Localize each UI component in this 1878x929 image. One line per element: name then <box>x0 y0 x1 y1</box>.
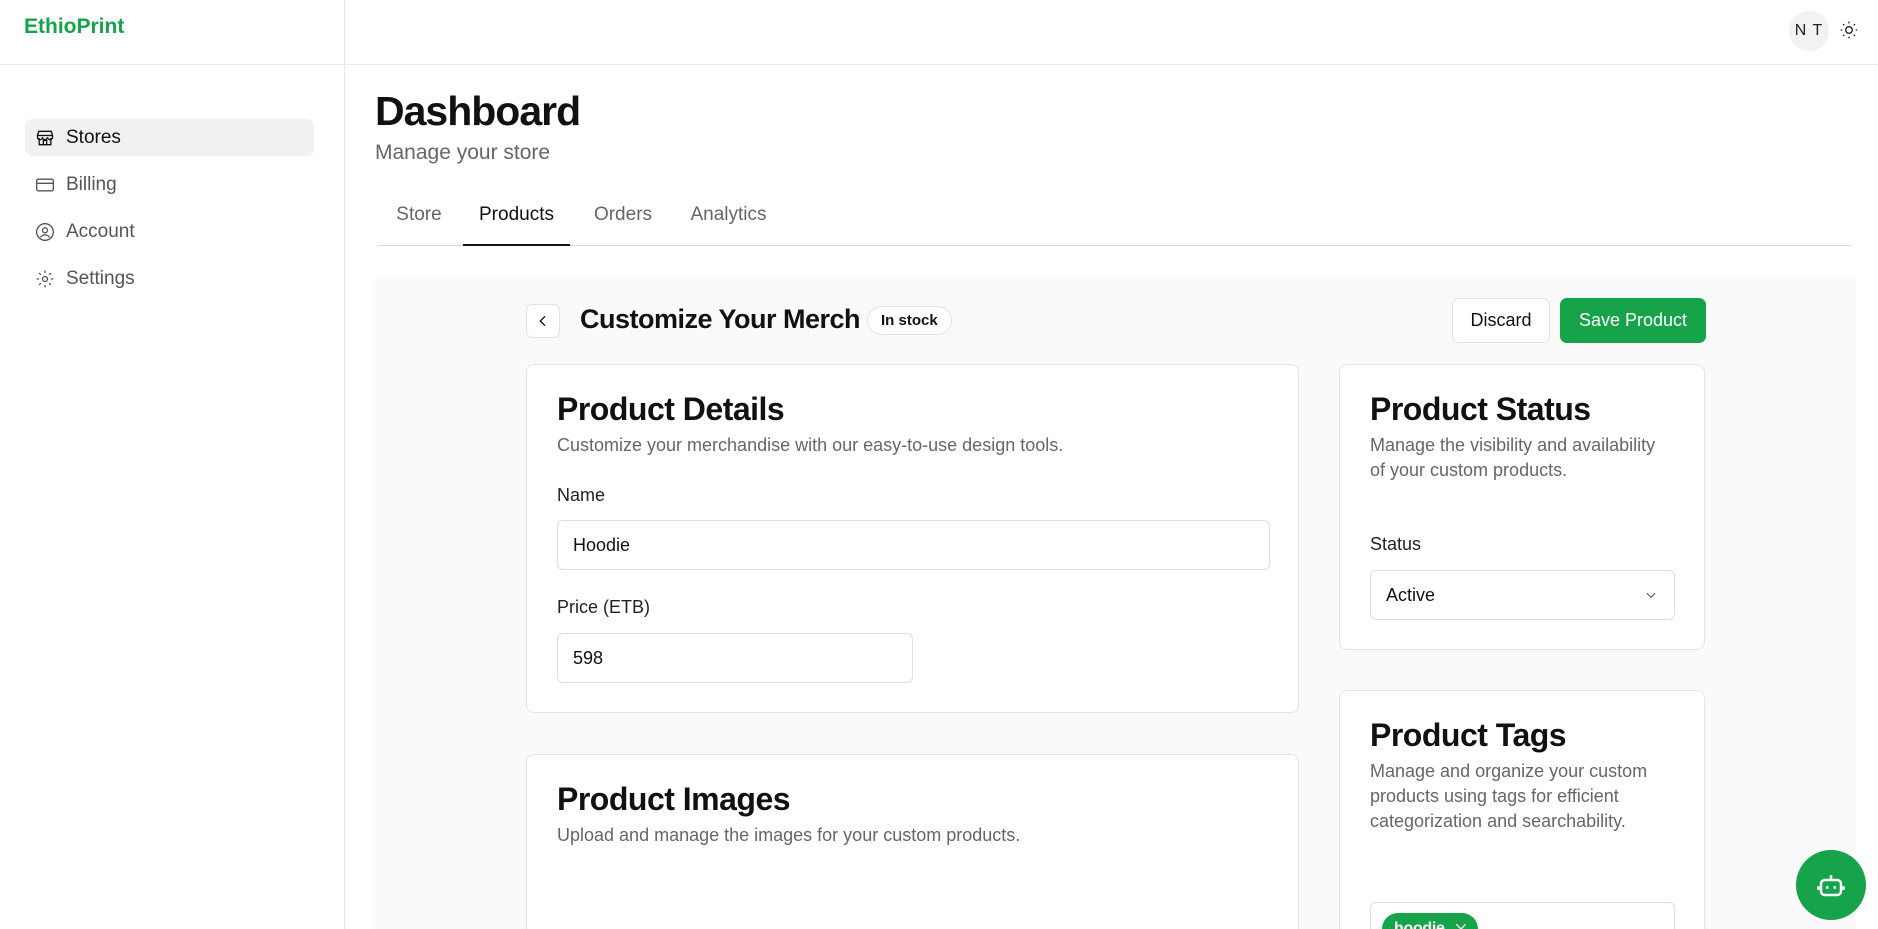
tab-analytics[interactable]: Analytics <box>688 200 769 246</box>
product-details-card: Product Details Customize your merchandi… <box>526 364 1299 713</box>
chevron-down-icon <box>1646 592 1656 598</box>
sidebar-item-stores[interactable]: Stores <box>25 119 314 156</box>
price-label: Price (ETB) <box>557 597 651 617</box>
sidebar-item-label: Stores <box>66 126 121 148</box>
sidebar-item-settings[interactable]: Settings <box>25 260 314 297</box>
sidebar-nav: Stores Billing Account Settings <box>25 119 314 307</box>
tags-input[interactable]: hoodie <box>1370 902 1675 929</box>
tab-orders[interactable]: Orders <box>592 200 654 246</box>
tag-chip: hoodie <box>1382 913 1478 929</box>
theme-toggle-button[interactable] <box>1838 19 1860 41</box>
name-input[interactable]: Hoodie <box>557 520 1270 570</box>
avatar[interactable]: N T <box>1789 11 1829 51</box>
product-images-card: Product Images Upload and manage the ima… <box>526 754 1299 929</box>
card-description: Manage the visibility and availability o… <box>1370 435 1656 480</box>
chatbot-button[interactable] <box>1796 850 1866 920</box>
remove-tag-button[interactable] <box>1451 919 1471 929</box>
tag-label: hoodie <box>1394 920 1445 929</box>
price-input[interactable]: 598 <box>557 633 913 683</box>
card-title: Product Status <box>1370 391 1591 427</box>
sidebar-item-label: Settings <box>66 267 135 289</box>
card-title: Product Tags <box>1370 717 1567 753</box>
sidebar-item-billing[interactable]: Billing <box>25 166 314 203</box>
close-icon <box>1455 923 1466 929</box>
bot-icon <box>1817 875 1845 897</box>
card-description: Upload and manage the images for your cu… <box>557 825 1021 845</box>
card-description: Manage and organize your custom products… <box>1370 761 1648 831</box>
sidebar-item-label: Billing <box>66 173 117 195</box>
top-bar: N T <box>345 0 1878 65</box>
status-label: Status <box>1370 534 1422 554</box>
status-select[interactable]: Active <box>1370 570 1675 620</box>
tab-store[interactable]: Store <box>394 200 444 246</box>
sun-icon <box>1840 21 1858 39</box>
sidebar-item-label: Account <box>66 220 135 242</box>
discard-button[interactable]: Discard <box>1452 298 1550 343</box>
tab-products[interactable]: Products <box>463 200 570 246</box>
store-icon <box>36 130 54 145</box>
card-description: Customize your merchandise with our easy… <box>557 435 1064 455</box>
product-tags-card: Product Tags Manage and organize your cu… <box>1339 690 1705 929</box>
card-title: Product Details <box>557 391 785 427</box>
save-product-button[interactable]: Save Product <box>1560 298 1706 343</box>
tab-bar: Store Products Orders Analytics <box>378 200 1851 246</box>
sidebar: EthioPrint Stores Billing Account Settin… <box>0 0 345 929</box>
name-label: Name <box>557 485 606 505</box>
status-select-value: Active <box>1386 584 1436 605</box>
page-title: Dashboard <box>375 88 581 134</box>
brand-logo[interactable]: EthioPrint <box>24 15 124 39</box>
chevron-left-icon <box>539 315 546 327</box>
sidebar-item-account[interactable]: Account <box>25 213 314 250</box>
back-button[interactable] <box>526 304 560 338</box>
product-header-title: Customize Your Merch <box>580 304 861 334</box>
gear-icon <box>36 270 54 287</box>
card-title: Product Images <box>557 781 791 817</box>
status-badge: In stock <box>867 306 952 335</box>
credit-card-icon <box>36 178 54 191</box>
sidebar-divider <box>0 64 345 65</box>
user-circle-icon <box>36 222 54 241</box>
product-status-card: Product Status Manage the visibility and… <box>1339 364 1705 650</box>
page-subtitle: Manage your store <box>375 141 551 164</box>
